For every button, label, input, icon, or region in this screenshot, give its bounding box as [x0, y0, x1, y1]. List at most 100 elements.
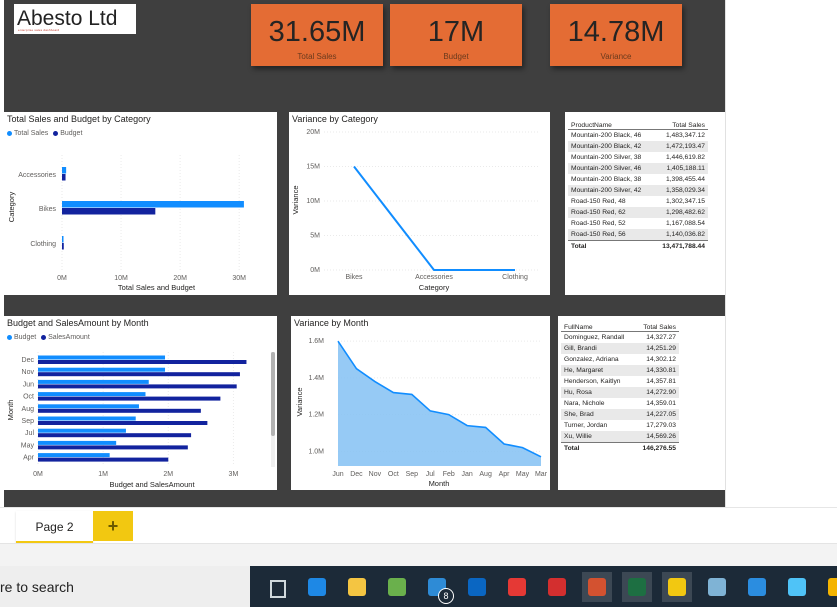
y-tick-label: Oct [23, 394, 34, 401]
table-row[interactable]: Gill, Brandi 14,251.29 [561, 343, 679, 354]
table-row[interactable]: He, Margaret 14,330.81 [561, 365, 679, 376]
icon-glyph [468, 578, 486, 596]
table-row[interactable]: Henderson, Kaitlyn 14,357.81 [561, 376, 679, 387]
variance-by-category-visual[interactable]: Variance by Category 0M 5M 10M 15M 20M Bikes A… [289, 112, 550, 295]
bar [38, 396, 221, 401]
kpi-card-budget[interactable]: 17M Budget [390, 4, 522, 66]
y-tick-label: May [21, 442, 35, 449]
x-tick-label: Jun [332, 471, 343, 478]
table-cell: 14,357.81 [646, 378, 676, 385]
x-tick-label: 3M [229, 471, 239, 478]
bar [62, 208, 156, 215]
table-row[interactable]: Road-150 Red, 48 1,302,347.15 [568, 196, 708, 207]
page-tab-bar: Page 2 + [0, 507, 837, 544]
visual-scrollbar[interactable] [271, 352, 275, 467]
anydesk-icon[interactable] [502, 572, 532, 602]
icon-glyph [588, 578, 606, 596]
table-row[interactable]: Mountain-200 Black, 42 1,472,193.47 [568, 141, 708, 152]
add-page-button[interactable]: + [93, 511, 133, 541]
y-tick-label: 1.6M [308, 338, 324, 345]
y-axis-title: Category [7, 192, 16, 223]
column-header[interactable]: Total Sales [634, 317, 679, 332]
table-row[interactable]: Mountain-200 Silver, 38 1,446,619.82 [568, 152, 708, 163]
icon-glyph [508, 578, 526, 596]
mail-icon[interactable]: 8 [422, 572, 454, 604]
bar [38, 392, 146, 397]
vscode-icon[interactable] [742, 572, 772, 602]
table-cell: 14,272.90 [634, 387, 679, 398]
table-cell: 1,358,029.34 [653, 185, 708, 196]
budget-sales-by-month-visual[interactable]: Budget and SalesAmount by Month Budget S… [4, 316, 277, 490]
table-cell: 14,251.29 [634, 343, 679, 354]
task-view-icon[interactable] [262, 572, 292, 602]
bar [62, 236, 64, 243]
x-tick-label: 10M [114, 275, 128, 282]
table-cell: Road-150 Red, 62 [568, 207, 654, 218]
table-row[interactable]: She, Brad 14,227.05 [561, 409, 679, 420]
kpi-card-variance[interactable]: 14.78M Variance [550, 4, 682, 66]
bar-chart: 0M 1M 2M 3M Dec Nov Jun Oct Aug Sep Jul May Apr Budge… [6, 352, 247, 489]
edge-icon[interactable] [302, 572, 332, 602]
table-row[interactable]: Hu, Rosa 14,272.90 [561, 387, 679, 398]
x-tick-label: Clothing [502, 274, 528, 281]
excel-icon[interactable] [622, 572, 652, 602]
y-tick-label: Aug [22, 406, 35, 413]
bar [38, 379, 149, 384]
store-icon[interactable] [382, 572, 412, 602]
table-row[interactable]: Mountain-200 Silver, 46 1,405,188.11 [568, 163, 708, 174]
linkedin-icon[interactable] [462, 572, 492, 602]
tab-page-2[interactable]: Page 2 [16, 511, 93, 544]
y-tick-label: Sep [22, 418, 35, 425]
powerbi-icon[interactable] [662, 572, 692, 602]
x-tick-label: May [516, 471, 530, 478]
table-row[interactable]: Mountain-200 Silver, 42 1,358,029.34 [568, 185, 708, 196]
table-row[interactable]: Turner, Jordan 17,279.03 [561, 420, 679, 431]
y-tick-label: 1.4M [308, 375, 324, 382]
table-header-row: ProductName Total Sales [568, 115, 708, 130]
table-row[interactable]: Mountain-200 Black, 38 1,398,455.44 [568, 174, 708, 185]
table-cell: Gill, Brandi [561, 343, 635, 354]
table-row[interactable]: Road-150 Red, 62 1,298,482.62 [568, 207, 708, 218]
table-row[interactable]: Nara, Nichole 14,359.01 [561, 398, 679, 409]
product-sales-table[interactable]: ProductName Total Sales Mountain-200 Black… [565, 112, 725, 295]
variance-by-month-visual[interactable]: Variance by Month 1.0M 1.2M 1.4M 1.6M Jun Dec… [291, 316, 550, 490]
table-cell: Total [561, 442, 635, 454]
x-axis-title: Budget and SalesAmount [109, 480, 195, 489]
customer-sales-table[interactable]: FullName Total Sales Dominguez, Randall 14,… [558, 316, 725, 490]
y-tick-label: Apr [23, 455, 35, 462]
photos-icon[interactable] [782, 572, 812, 602]
table-row[interactable]: Road-150 Red, 52 1,167,088.54 [568, 218, 708, 229]
table-cell: 1,472,193.47 [653, 141, 708, 152]
y-tick-label: Jul [25, 430, 34, 437]
table-row[interactable]: Road-150 Red, 56 1,140,036.82 [568, 229, 708, 241]
file-explorer-icon[interactable] [342, 572, 372, 602]
column-header[interactable]: FullName [561, 317, 635, 332]
column-header[interactable]: ProductName [568, 115, 654, 130]
table-row[interactable]: Dominguez, Randall 14,327.27 [561, 332, 679, 344]
table-row[interactable]: Mountain-200 Black, 46 1,483,347.12 [568, 130, 708, 142]
sales-budget-by-category-visual[interactable]: Total Sales and Budget by Category Total… [4, 112, 277, 295]
x-tick-label: 0M [33, 471, 43, 478]
taskbar-search-box[interactable]: re to search [0, 566, 250, 607]
y-tick-label: 1.2M [308, 412, 324, 419]
table-total-row: Total 13,471,788.44 [568, 240, 708, 252]
logo-subtitle: enterprise sales dashboard [18, 28, 60, 32]
kpi-card-total-sales[interactable]: 31.65M Total Sales [251, 4, 383, 66]
x-axis-title: Total Sales and Budget [118, 283, 196, 292]
area-fill [338, 341, 541, 466]
scrollbar-thumb[interactable] [271, 352, 275, 436]
bar [38, 367, 166, 372]
bar-chart: 0M 10M 20M 30M Accessories Bikes Clothing Total… [7, 155, 246, 292]
table-row[interactable]: Xu, Willie 14,569.26 [561, 431, 679, 443]
powerpoint-icon[interactable] [582, 572, 612, 602]
onenote-icon[interactable] [702, 572, 732, 602]
column-header[interactable]: Total Sales [653, 115, 708, 130]
table-row[interactable]: Gonzalez, Adriana 14,302.12 [561, 354, 679, 365]
icon-glyph [270, 580, 286, 598]
search-placeholder: re to search [0, 579, 74, 595]
icon-glyph [708, 578, 726, 596]
bar [62, 243, 64, 250]
opera-icon[interactable] [542, 572, 572, 602]
x-tick-label: Bikes [345, 274, 363, 281]
chrome-icon[interactable] [822, 572, 837, 602]
